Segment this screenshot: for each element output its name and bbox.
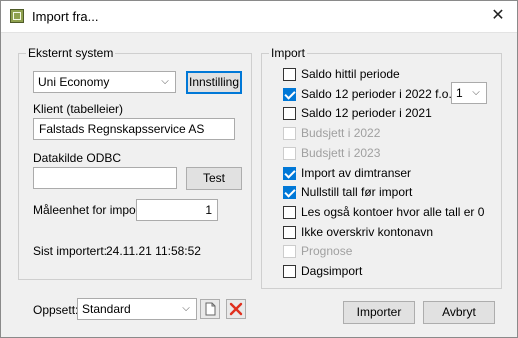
test-button[interactable]: Test: [186, 167, 242, 190]
import-option-checkbox[interactable]: [283, 167, 296, 180]
system-select-value: Uni Economy: [38, 75, 110, 89]
import-option-row[interactable]: Import av dimtranser: [283, 165, 483, 183]
import-option-label: Prognose: [301, 244, 353, 258]
settings-button[interactable]: Innstilling: [186, 71, 242, 94]
import-button[interactable]: Importer: [343, 301, 415, 324]
preset-select-value: Standard: [82, 302, 131, 316]
test-button-label: Test: [202, 171, 225, 185]
import-option-checkbox[interactable]: [283, 68, 296, 81]
import-option-row: Budsjett i 2023: [283, 145, 483, 163]
import-option-checkbox[interactable]: [283, 226, 296, 239]
new-document-icon[interactable]: [200, 299, 220, 319]
preset-select[interactable]: Standard ⌵: [77, 298, 197, 320]
chevron-down-icon: ⌵: [161, 76, 169, 87]
system-select[interactable]: Uni Economy ⌵: [33, 71, 176, 93]
import-legend: Import: [271, 46, 306, 60]
import-option-row: Budsjett i 2022: [283, 125, 483, 143]
delete-x-icon[interactable]: [226, 299, 246, 319]
import-option-row[interactable]: Ikke overskriv kontonavn: [283, 224, 483, 242]
import-option-checkbox[interactable]: [283, 88, 296, 101]
unit-label: Måleenhet for import: [33, 203, 144, 217]
cancel-button-label: Avbryt: [442, 305, 476, 319]
import-option-row[interactable]: Dagsimport: [283, 263, 483, 281]
last-import-label: Sist importert:: [33, 244, 108, 258]
unit-field[interactable]: 1: [136, 199, 218, 221]
import-dialog: Import fra... ✕ Eksternt system Uni Econ…: [0, 0, 518, 338]
import-option-row[interactable]: Saldo 12 perioder i 2021: [283, 105, 483, 123]
import-option-label: Les også kontoer hvor alle tall er 0: [301, 205, 485, 219]
preset-label: Oppsett:: [33, 303, 79, 317]
import-option-label: Dagsimport: [301, 264, 363, 278]
import-option-label: Budsjett i 2022: [301, 126, 381, 140]
datasource-label: Datakilde ODBC: [33, 151, 122, 165]
import-option-label: Saldo hittil periode: [301, 67, 400, 81]
import-option-label: Import av dimtranser: [301, 166, 412, 180]
import-option-checkbox: [283, 127, 296, 140]
last-import-value: 24.11.21 11:58:52: [106, 244, 201, 258]
import-option-label: Nullstill tall før import: [301, 185, 413, 199]
import-option-row: Prognose: [283, 243, 483, 261]
app-icon: [10, 9, 24, 23]
client-label: Klient (tabelleier): [33, 102, 124, 116]
import-option-checkbox[interactable]: [283, 206, 296, 219]
import-option-row[interactable]: Les også kontoer hvor alle tall er 0: [283, 204, 485, 222]
import-option-label: Saldo 12 perioder i 2021: [301, 106, 432, 120]
import-option-checkbox: [283, 245, 296, 258]
import-option-checkbox: [283, 147, 296, 160]
cancel-button[interactable]: Avbryt: [423, 301, 495, 324]
datasource-field[interactable]: [33, 167, 177, 189]
import-option-checkbox[interactable]: [283, 265, 296, 278]
import-option-label: Ikke overskriv kontonavn: [301, 225, 434, 239]
client-field[interactable]: Falstads Regnskapsservice AS: [33, 118, 235, 140]
title-bar[interactable]: Import fra... ✕: [1, 1, 517, 33]
window-title: Import fra...: [32, 9, 99, 24]
import-button-label: Importer: [356, 305, 402, 319]
period-select-value: 1: [456, 86, 463, 100]
import-option-label: Budsjett i 2023: [301, 146, 381, 160]
import-option-checkbox[interactable]: [283, 186, 296, 199]
close-icon[interactable]: ✕: [489, 7, 507, 25]
import-option-label: Saldo 12 perioder i 2022 f.o.m.: [301, 87, 466, 101]
external-system-legend: Eksternt system: [28, 46, 114, 60]
chevron-down-icon: ⌵: [472, 87, 480, 98]
import-option-checkbox[interactable]: [283, 107, 296, 120]
settings-button-label: Innstilling: [188, 75, 240, 89]
chevron-down-icon: ⌵: [182, 303, 190, 314]
import-option-row[interactable]: Nullstill tall før import: [283, 184, 483, 202]
period-select[interactable]: 1 ⌵: [451, 82, 487, 104]
